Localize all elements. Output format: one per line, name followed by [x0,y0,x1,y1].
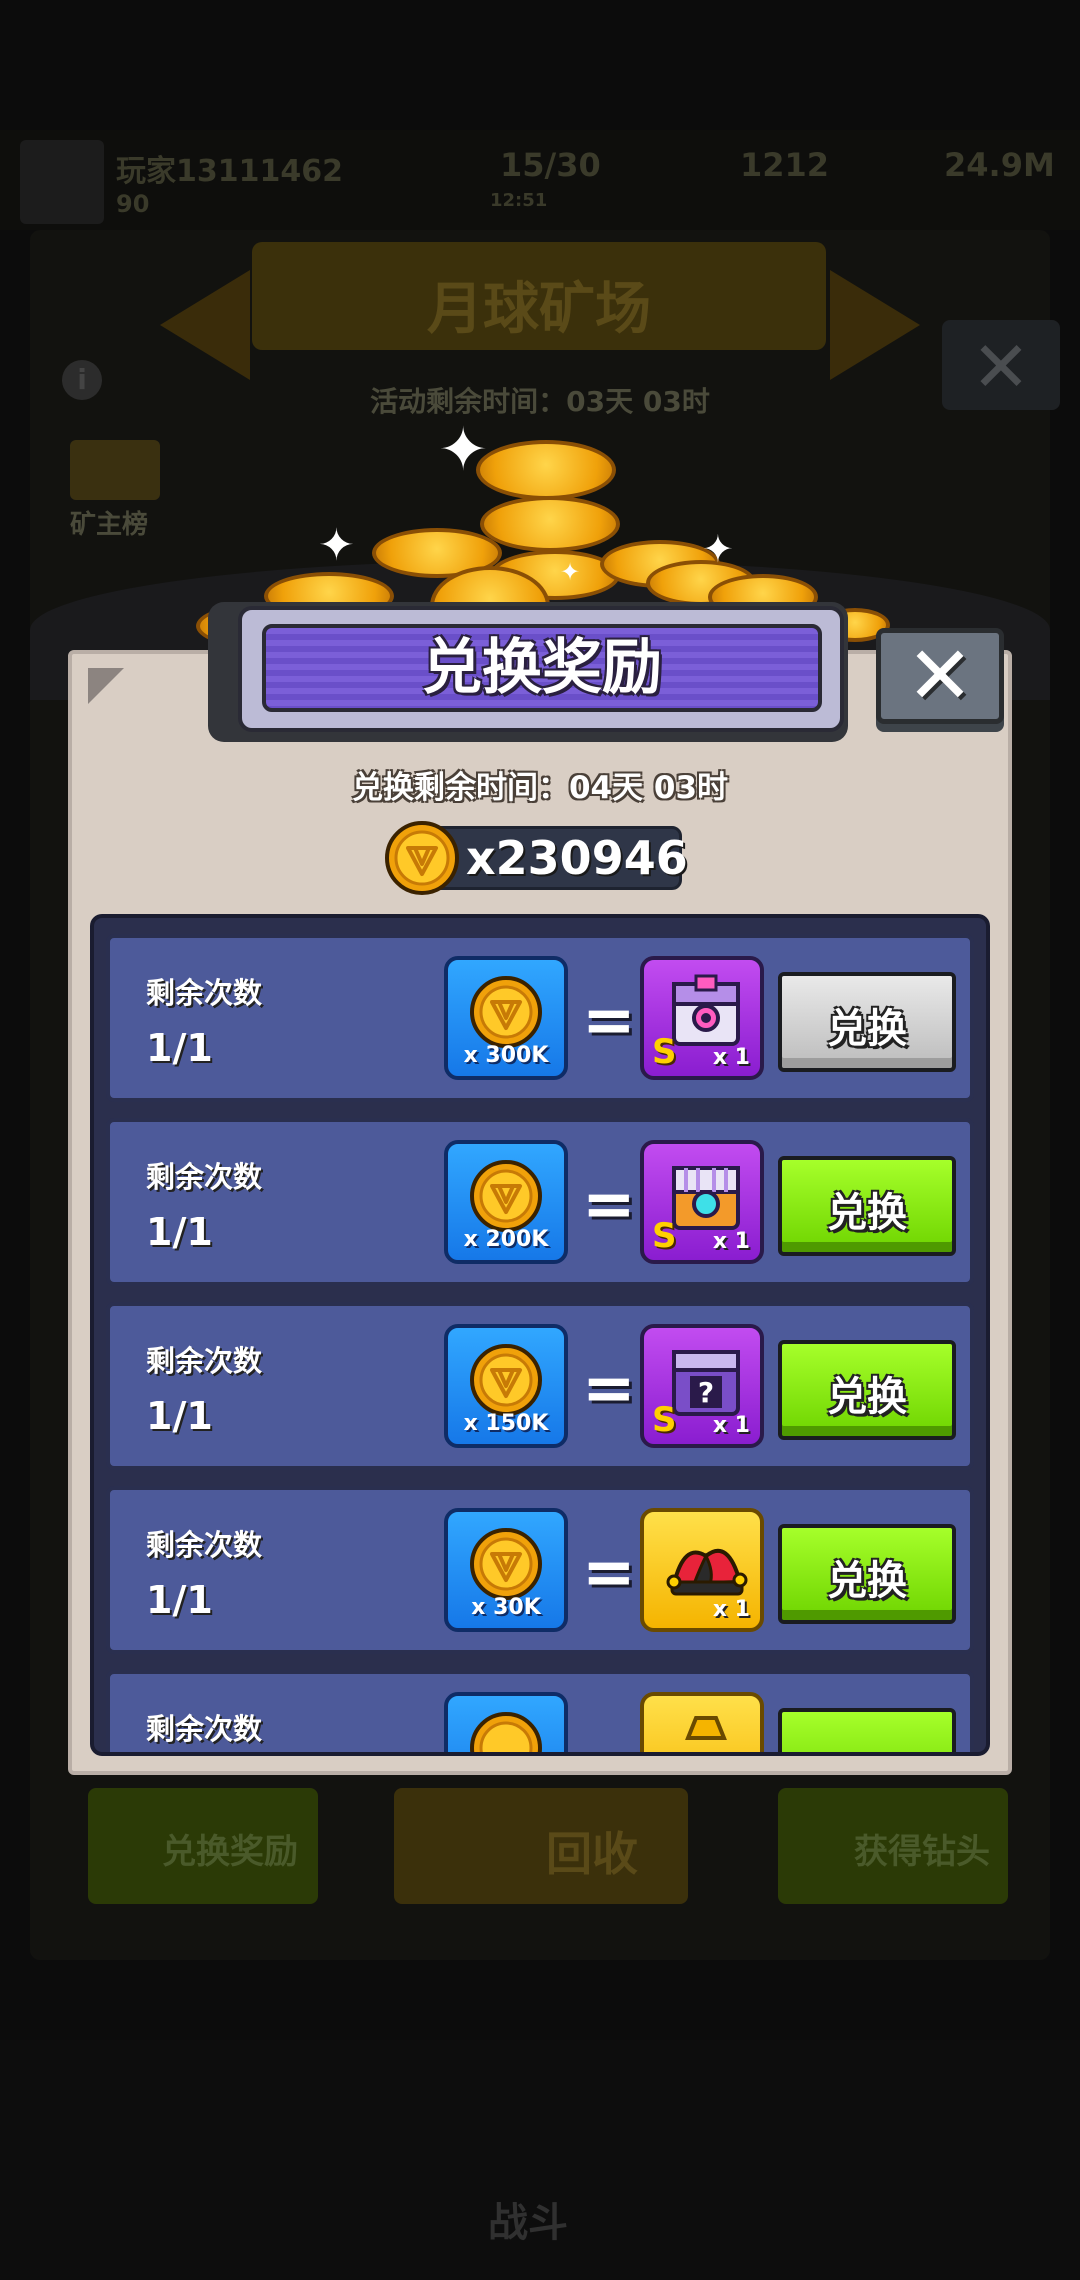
exchange-button-label: 兑换 [827,1374,907,1420]
cost-amount: x 200K [463,1227,549,1252]
coin-balance: x230946 [466,831,688,885]
exchange-button[interactable] [778,1708,956,1752]
player-name: 玩家13111462 [116,154,343,189]
title-wing-left [160,270,250,380]
equals-sign: = [582,1536,636,1610]
bg-drill-tab-label: 获得钻头 [854,1832,990,1872]
reward-tile[interactable]: S x 1 [640,956,764,1080]
title-wing-right [830,270,920,380]
gold-coin-icon [470,1528,542,1600]
bg-exchange-tab[interactable]: 兑换奖励 [88,1788,318,1904]
reward-row: 剩余次数 1/1 x 300K = S x 1 兑换 [106,934,974,1102]
cost-tile [444,1692,568,1752]
leaderboard-icon[interactable] [70,440,160,500]
top-status-bar: 玩家13111462 90 15/30 12:51 1212 24.9M [0,130,1080,230]
event-title-banner: 月球矿场 [252,242,826,350]
grade-badge: S [652,1400,677,1440]
dialog-title: 兑换奖励 [422,633,662,703]
cost-amount: x 30K [471,1595,541,1620]
event-timer: 活动剩余时间：03天 03时 [370,385,710,418]
reward-qty: x 1 [712,1413,750,1438]
s-chest-cyan-gem-icon [672,1166,740,1230]
cost-tile: x 150K [444,1324,568,1448]
reward-row: 剩余次数 1/1 x 150K = ? S x 1 兑换 [106,1302,974,1470]
leaderboard-label: 矿主榜 [70,510,149,540]
exchange-button[interactable]: 兑换 [778,1524,956,1624]
bg-recycle-tab[interactable]: 回收 [394,1788,688,1904]
reward-row: 剩余次数 1/1 x 200K = S x 1 兑换 [106,1118,974,1286]
reward-qty: x 1 [712,1229,750,1254]
s-chest-pink-gem-icon [672,974,740,1046]
gold-coin-icon [470,976,542,1048]
player-level: 90 [116,190,150,218]
exchange-button-label: 兑换 [827,1558,907,1604]
gold-coin-icon [470,1712,542,1752]
bg-drill-tab[interactable]: 获得钻头 [778,1788,1008,1904]
svg-text:?: ? [698,1376,714,1409]
remaining-label: 剩余次数 [146,1528,263,1562]
reward-qty: x 1 [712,1045,750,1070]
gold-coin-icon [470,1344,542,1416]
equals-sign: = [582,1352,636,1426]
reward-list[interactable]: 剩余次数 1/1 x 300K = S x 1 兑换 剩余次数 1/1 x 20… [90,914,990,1756]
cost-tile: x 30K [444,1508,568,1632]
s-mystery-chest-icon: ? [672,1350,740,1416]
reward-tile[interactable]: ? S x 1 [640,1324,764,1448]
reward-row: 剩余次数 [106,1670,974,1752]
bottom-nav-bar: 战斗 [0,2040,1080,2280]
cost-tile: x 300K [444,956,568,1080]
jester-hat-icon [666,1548,748,1596]
gold-coin-icon [385,821,459,895]
gem-count: 1212 [740,146,830,184]
energy-value: 15/30 [500,146,601,184]
remaining-label: 剩余次数 [146,1160,263,1194]
remaining-label: 剩余次数 [146,1344,263,1378]
exchange-button-label: 兑换 [827,1190,907,1236]
gold-item-icon [685,1716,727,1740]
reward-tile[interactable] [640,1692,764,1752]
reward-row: 剩余次数 1/1 x 30K = x 1 兑换 [106,1486,974,1654]
reward-tile[interactable]: S x 1 [640,1140,764,1264]
bg-recycle-tab-label: 回收 [546,1827,638,1881]
grade-badge: S [652,1032,677,1072]
exchange-button-label: 兑换 [827,1006,907,1052]
remaining-count: 1/1 [146,1394,213,1438]
remaining-count: 1/1 [146,1026,213,1070]
bg-exchange-tab-label: 兑换奖励 [162,1832,298,1872]
remaining-count: 1/1 [146,1578,213,1622]
exchange-button[interactable]: 兑换 [778,1340,956,1440]
exchange-button[interactable]: 兑换 [778,972,956,1072]
reward-qty: x 1 [712,1597,750,1622]
player-avatar [20,140,104,224]
cost-tile: x 200K [444,1140,568,1264]
grade-badge: S [652,1216,677,1256]
remaining-label: 剩余次数 [146,976,263,1010]
cost-amount: x 150K [463,1411,549,1436]
event-title: 月球矿场 [427,277,651,342]
battle-label: 战斗 [488,2200,568,2246]
gold-coin-icon [470,1160,542,1232]
dialog-corner-mark [88,668,124,704]
remaining-label: 剩余次数 [146,1712,263,1746]
gold-count: 24.9M [944,146,1055,184]
equals-sign: = [582,1168,636,1242]
equals-sign: = [582,984,636,1058]
exchange-button[interactable]: 兑换 [778,1156,956,1256]
remaining-count: 1/1 [146,1210,213,1254]
dialog-close-button[interactable]: ✕ [876,628,1004,724]
cost-amount: x 300K [463,1043,549,1068]
exchange-countdown: 兑换剩余时间：04天 03时 [351,770,729,806]
reward-tile[interactable]: x 1 [640,1508,764,1632]
close-icon: ✕ [906,629,974,722]
energy-timer: 12:51 [490,190,548,211]
